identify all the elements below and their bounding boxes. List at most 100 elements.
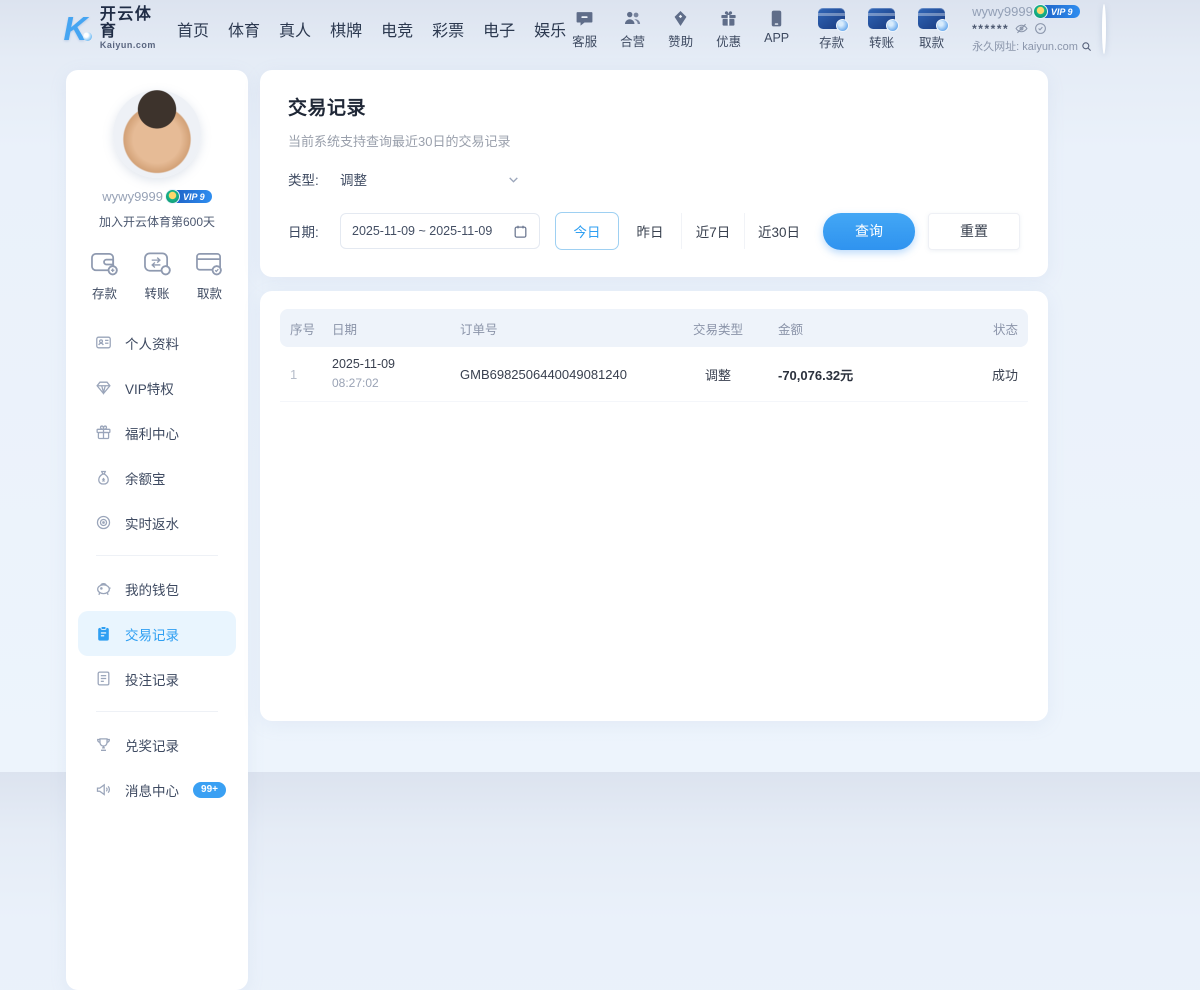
- range-today-button[interactable]: 今日: [555, 212, 619, 250]
- sidebar-item-my-wallet[interactable]: 我的钱包: [78, 566, 236, 611]
- sidebar-item-benefits-center[interactable]: 福利中心: [78, 410, 236, 455]
- nav-item-home[interactable]: 首页: [177, 17, 209, 41]
- transfer-card-icon: [868, 8, 895, 29]
- menu-label: VIP特权: [125, 378, 174, 398]
- range-yesterday-button[interactable]: 昨日: [619, 213, 682, 249]
- sidebar-item-transaction-records[interactable]: 交易记录: [78, 611, 236, 656]
- search-button[interactable]: 查询: [823, 213, 915, 250]
- type-select-value: 调整: [340, 169, 367, 189]
- people-icon: [623, 9, 642, 28]
- sidebar-item-betting-records[interactable]: 投注记录: [78, 656, 236, 701]
- table-row: 1 2025-11-09 08:27:02 GMB698250644004908…: [280, 347, 1028, 402]
- withdraw-button[interactable]: 取款: [913, 8, 950, 51]
- menu-label: 福利中心: [125, 423, 179, 443]
- topbar-tools: 客服 合营 赞助 优惠 APP: [566, 9, 795, 50]
- eye-off-icon[interactable]: [1015, 22, 1028, 35]
- topbar-user-info: wywy9999 VIP 9 ****** 永久网址: kaiyun.com: [972, 4, 1092, 54]
- app-download-button[interactable]: APP: [758, 9, 795, 50]
- wallet-label: 取款: [919, 32, 944, 51]
- brand-logo[interactable]: K 开云体育 Kaiyun.com: [58, 7, 161, 50]
- filter-actions: 查询 重置: [823, 213, 1020, 250]
- brand-title: 开云体育: [100, 7, 161, 41]
- sidebar-vip-badge: VIP 9: [170, 190, 212, 203]
- sidebar-item-prize-records[interactable]: 兑奖记录: [78, 722, 236, 767]
- deposit-card-icon: [818, 8, 845, 29]
- sidebar-menu: 个人资料 VIP特权 福利中心 余额宝 实时返水 我的钱包: [66, 306, 248, 812]
- search-icon[interactable]: [1081, 41, 1092, 52]
- chevron-down-icon: [507, 173, 520, 186]
- brand-domain: Kaiyun.com: [100, 41, 161, 50]
- menu-label: 兑奖记录: [125, 735, 179, 755]
- menu-label: 实时返水: [125, 513, 179, 533]
- page-subtitle: 当前系统支持查询最近30日的交易记录: [288, 131, 1020, 150]
- main-nav: 首页 体育 真人 棋牌 电竞 彩票 电子 娱乐: [177, 17, 566, 41]
- nav-item-lottery[interactable]: 彩票: [432, 17, 464, 41]
- menu-label: 我的钱包: [125, 579, 179, 599]
- nav-item-slots[interactable]: 电子: [483, 17, 515, 41]
- range-7days-button[interactable]: 近7日: [682, 213, 745, 249]
- type-label: 类型:: [288, 169, 340, 189]
- circle-check-icon[interactable]: [1034, 22, 1047, 35]
- nav-item-board-games[interactable]: 棋牌: [330, 17, 362, 41]
- promotions-button[interactable]: 优惠: [710, 9, 747, 50]
- type-select[interactable]: 调整: [340, 169, 520, 189]
- topbar: K 开云体育 Kaiyun.com 首页 体育 真人 棋牌 电竞 彩票 电子 娱…: [0, 0, 1200, 58]
- quick-action-label: 取款: [197, 283, 222, 302]
- kaiyun-logo-icon: K: [58, 10, 93, 48]
- nav-item-entertainment[interactable]: 娱乐: [534, 17, 566, 41]
- sponsor-button[interactable]: 赞助: [662, 9, 699, 50]
- range-30days-button[interactable]: 近30日: [745, 213, 813, 249]
- header-order-no: 订单号: [460, 319, 658, 338]
- phone-icon: [767, 9, 786, 28]
- sidebar-item-realtime-rebate[interactable]: 实时返水: [78, 500, 236, 545]
- tool-label: 合营: [620, 31, 645, 50]
- sidebar-item-yuebao[interactable]: 余额宝: [78, 455, 236, 500]
- customer-service-button[interactable]: 客服: [566, 9, 603, 50]
- clipboard-icon: [95, 625, 112, 642]
- vip-medal-icon: [1033, 4, 1048, 19]
- header-status: 状态: [948, 319, 1018, 338]
- tool-label: 客服: [572, 31, 597, 50]
- masked-balance: ******: [972, 22, 1009, 36]
- header-amount: 金额: [778, 319, 948, 338]
- sidebar-transfer-button[interactable]: 转账: [143, 250, 172, 302]
- target-icon: [95, 514, 112, 531]
- chat-bubble-icon: [575, 9, 594, 28]
- sidebar-item-message-center[interactable]: 消息中心 99+: [78, 767, 236, 812]
- tool-label: 赞助: [668, 31, 693, 50]
- message-count-badge: 99+: [193, 782, 226, 798]
- reset-button[interactable]: 重置: [928, 213, 1020, 250]
- sidebar-withdraw-button[interactable]: 取款: [195, 250, 224, 302]
- partnership-button[interactable]: 合营: [614, 9, 651, 50]
- page-body: wywy9999 VIP 9 加入开云体育第600天 存款 转账 取款 个人资料: [0, 58, 1200, 990]
- money-bag-icon: [95, 469, 112, 486]
- calendar-icon: [513, 224, 528, 239]
- cell-amount: -70,076.32元: [778, 365, 948, 384]
- deposit-button[interactable]: 存款: [813, 8, 850, 51]
- sidebar-deposit-button[interactable]: 存款: [90, 250, 119, 302]
- menu-label: 个人资料: [125, 333, 179, 353]
- date-filter-row: 日期: 2025-11-09 ~ 2025-11-09 今日 昨日 近7日 近3…: [288, 212, 1020, 250]
- megaphone-icon: [95, 781, 112, 798]
- transfer-icon: [143, 250, 172, 277]
- gift-icon: [719, 9, 738, 28]
- trophy-icon: [95, 736, 112, 753]
- sidebar-item-profile[interactable]: 个人资料: [78, 320, 236, 365]
- date-label: 日期:: [288, 221, 340, 241]
- gift-outline-icon: [95, 424, 112, 441]
- transfer-button[interactable]: 转账: [863, 8, 900, 51]
- sidebar-item-vip-privilege[interactable]: VIP特权: [78, 365, 236, 410]
- permanent-url: 永久网址: kaiyun.com: [972, 38, 1078, 54]
- date-quick-ranges: 今日 昨日 近7日 近30日: [555, 212, 813, 250]
- topbar-wallet-actions: 存款 转账 取款: [813, 8, 950, 51]
- sidebar-divider: [96, 555, 218, 556]
- sidebar-avatar[interactable]: [113, 90, 201, 178]
- vip-medal-icon: [165, 189, 180, 204]
- nav-item-sports[interactable]: 体育: [228, 17, 260, 41]
- nav-item-esports[interactable]: 电竞: [381, 17, 413, 41]
- withdraw-card-icon: [918, 8, 945, 29]
- nav-item-live-casino[interactable]: 真人: [279, 17, 311, 41]
- user-avatar[interactable]: [1102, 4, 1106, 54]
- tool-label: 优惠: [716, 31, 741, 50]
- date-range-input[interactable]: 2025-11-09 ~ 2025-11-09: [340, 213, 540, 249]
